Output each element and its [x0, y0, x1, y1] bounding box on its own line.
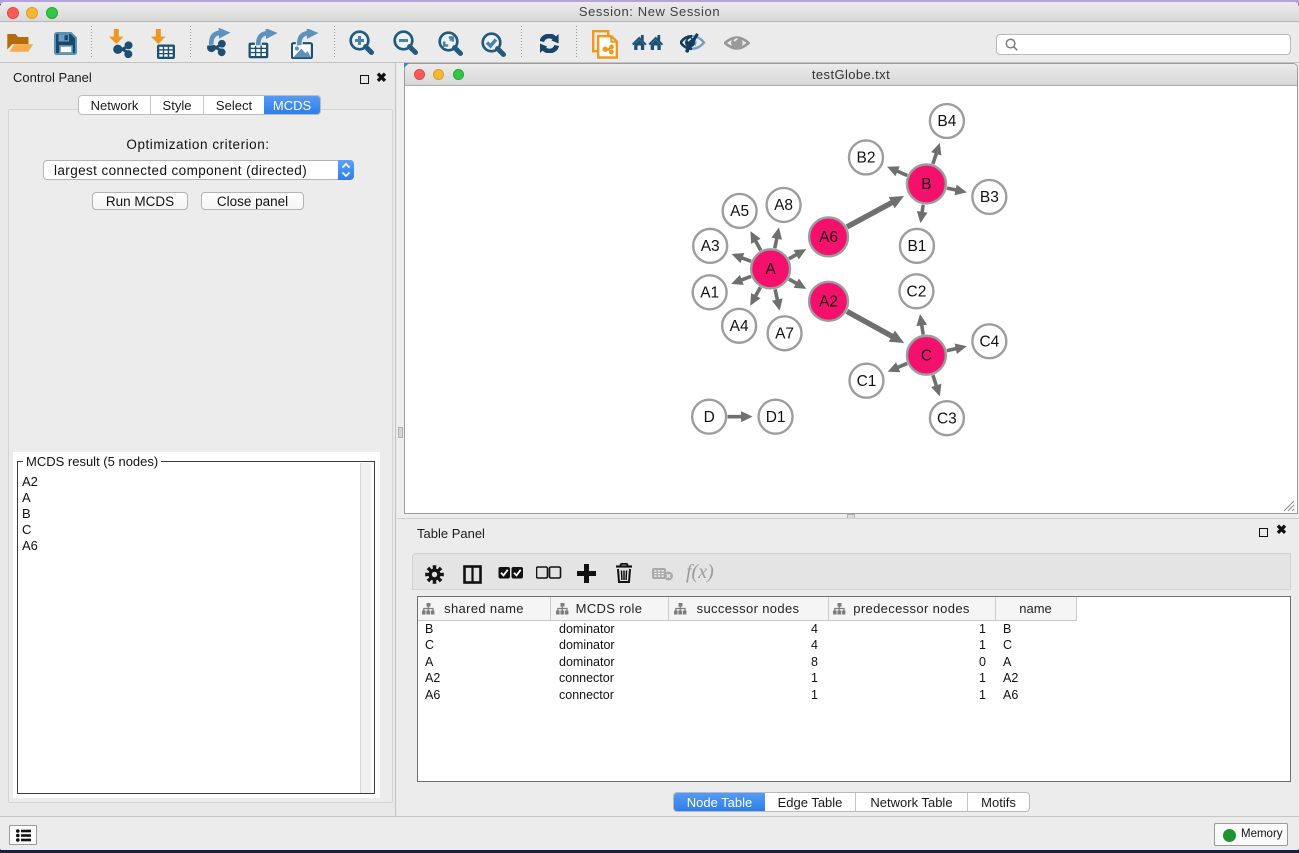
svg-text:A1: A1: [700, 285, 719, 302]
svg-text:B2: B2: [857, 150, 876, 167]
svg-text:A6: A6: [819, 229, 838, 246]
svg-text:A5: A5: [730, 203, 749, 220]
svg-text:B4: B4: [937, 113, 956, 130]
svg-text:A7: A7: [775, 325, 794, 342]
svg-text:C4: C4: [979, 333, 999, 350]
svg-text:B3: B3: [980, 189, 999, 206]
svg-text:C1: C1: [857, 373, 877, 390]
svg-text:C2: C2: [907, 284, 927, 301]
svg-text:C3: C3: [937, 410, 957, 427]
svg-text:A2: A2: [819, 293, 838, 310]
svg-text:C: C: [921, 347, 932, 364]
svg-text:B: B: [921, 176, 931, 193]
svg-text:B1: B1: [907, 238, 926, 255]
svg-text:D1: D1: [766, 409, 786, 426]
svg-text:A3: A3: [701, 238, 720, 255]
svg-text:A: A: [765, 261, 776, 278]
svg-text:A4: A4: [730, 318, 749, 335]
svg-text:D: D: [704, 409, 715, 426]
svg-text:A8: A8: [774, 197, 793, 214]
